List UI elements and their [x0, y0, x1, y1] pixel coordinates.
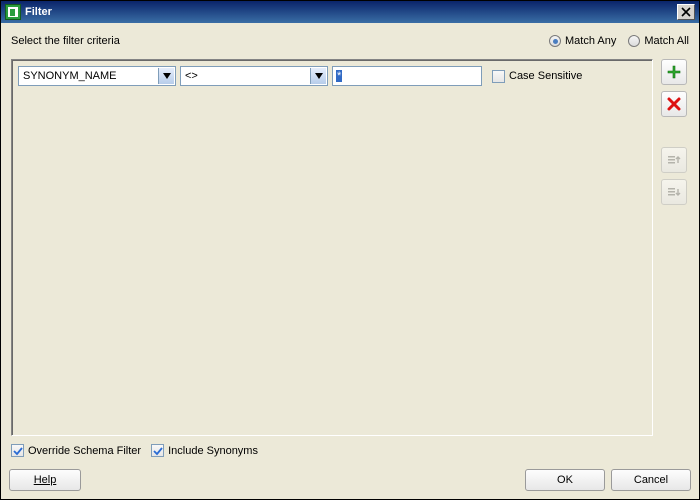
checkbox-icon	[11, 444, 24, 457]
help-label: Help	[34, 474, 57, 486]
move-up-icon	[666, 152, 682, 168]
match-mode-group: Match Any Match All	[549, 35, 689, 47]
remove-criteria-button[interactable]	[661, 91, 687, 117]
move-down-icon	[666, 184, 682, 200]
case-sensitive-checkbox[interactable]: Case Sensitive	[492, 70, 582, 83]
override-schema-label: Override Schema Filter	[28, 445, 141, 457]
ok-button[interactable]: OK	[525, 469, 605, 491]
add-criteria-button[interactable]	[661, 59, 687, 85]
content-area: Select the filter criteria Match Any Mat…	[1, 23, 699, 463]
chevron-down-icon	[163, 73, 171, 79]
main-area: SYNONYM_NAME <> * Case Sensitive	[11, 59, 689, 436]
field-value: SYNONYM_NAME	[23, 70, 117, 82]
move-down-button[interactable]	[661, 179, 687, 205]
close-icon	[681, 7, 691, 17]
case-sensitive-label: Case Sensitive	[509, 70, 582, 82]
value-input[interactable]: *	[332, 66, 482, 86]
header-row: Select the filter criteria Match Any Mat…	[11, 35, 689, 47]
dropdown-button[interactable]	[310, 68, 326, 84]
field-dropdown[interactable]: SYNONYM_NAME	[18, 66, 176, 86]
match-any-radio[interactable]: Match Any	[549, 35, 616, 47]
move-up-button[interactable]	[661, 147, 687, 173]
radio-icon	[628, 35, 640, 47]
match-all-radio[interactable]: Match All	[628, 35, 689, 47]
cancel-button[interactable]: Cancel	[611, 469, 691, 491]
match-any-label: Match Any	[565, 35, 616, 47]
add-icon	[666, 64, 682, 80]
criteria-row: SYNONYM_NAME <> * Case Sensitive	[18, 66, 646, 86]
titlebar: Filter	[1, 1, 699, 23]
footer: Help OK Cancel	[1, 463, 699, 499]
checkbox-icon	[151, 444, 164, 457]
bottom-options: Override Schema Filter Include Synonyms	[11, 436, 689, 457]
override-schema-checkbox[interactable]: Override Schema Filter	[11, 444, 141, 457]
chevron-down-icon	[315, 73, 323, 79]
instruction-text: Select the filter criteria	[11, 35, 549, 47]
app-icon	[5, 4, 21, 20]
operator-dropdown[interactable]: <>	[180, 66, 328, 86]
radio-icon	[549, 35, 561, 47]
value-text: *	[336, 70, 342, 82]
remove-icon	[666, 96, 682, 112]
checkbox-icon	[492, 70, 505, 83]
cancel-label: Cancel	[634, 474, 668, 486]
include-synonyms-checkbox[interactable]: Include Synonyms	[151, 444, 258, 457]
ok-label: OK	[557, 474, 573, 486]
criteria-panel: SYNONYM_NAME <> * Case Sensitive	[11, 59, 653, 436]
dropdown-button[interactable]	[158, 68, 174, 84]
operator-value: <>	[185, 70, 198, 82]
match-all-label: Match All	[644, 35, 689, 47]
include-synonyms-label: Include Synonyms	[168, 445, 258, 457]
window-title: Filter	[25, 6, 677, 18]
help-button[interactable]: Help	[9, 469, 81, 491]
close-button[interactable]	[677, 4, 695, 20]
side-toolbar	[659, 59, 689, 436]
